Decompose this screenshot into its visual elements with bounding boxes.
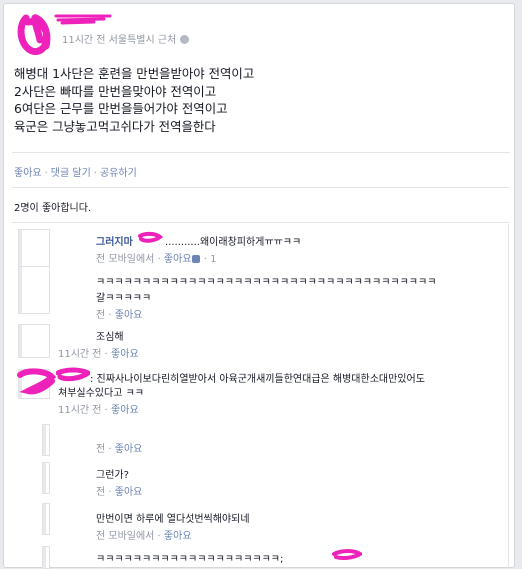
thumbs-up-icon — [191, 255, 200, 263]
share-button[interactable]: 공유하기 — [100, 168, 137, 179]
likes-summary[interactable]: 2명이 좋아합니다. — [14, 199, 91, 214]
separator: · — [44, 168, 48, 179]
post-actions: 좋아요 · 댓글 달기 · 공유하기 — [14, 164, 137, 179]
comment-text: ...........왜이래창피하게ㅠㅠㅋㅋ — [165, 237, 302, 248]
comment-time: 전 모바일에서 · — [96, 254, 164, 265]
comment-time: 전 모바일에서 · — [96, 531, 164, 542]
divider — [12, 187, 510, 188]
comment-meta: 11시간 전 · 좋아요 — [58, 401, 139, 416]
redacted-name-scribble — [138, 231, 163, 243]
comment-button[interactable]: 댓글 달기 — [51, 168, 91, 179]
comment-text: 조심해 — [96, 332, 124, 343]
comment-time: 11시간 전 · — [58, 349, 112, 360]
comment-meta: 전 · 좋아요 — [96, 306, 142, 321]
location-globe-icon — [180, 35, 190, 44]
redacted-avatar-scribble — [17, 368, 56, 395]
comment-like-button[interactable]: 좋아요 — [115, 487, 143, 498]
commenter-name[interactable]: 그러지마 — [96, 233, 133, 248]
commenter-avatar[interactable] — [18, 324, 50, 358]
comment-time: 11시간 전 · — [58, 405, 112, 416]
comment-like-button[interactable]: 좋아요 — [115, 310, 143, 321]
post-line: 2사단은 빠따를 만번을맞아야 전역이고 — [14, 83, 217, 99]
divider — [12, 152, 510, 153]
post-line: 해병대 1사단은 훈련을 만번을받아야 전역이고 — [14, 66, 255, 81]
comment-meta: 11시간 전 · 좋아요 — [58, 345, 139, 360]
commenter-avatar[interactable] — [42, 546, 50, 569]
comment-like-button[interactable]: 좋아요 — [164, 254, 192, 265]
comment-meta: 전 모바일에서 · 좋아요 · 1 — [96, 250, 216, 265]
comment-text: ㅋㅋㅋㅋㅋㅋㅋㅋㅋㅋㅋㅋㅋㅋㅋㅋㅋㅋㅋㅋ; — [96, 554, 284, 565]
comment-text: ㅋㅋㅋㅋㅋㅋㅋㅋㅋㅋㅋㅋㅋㅋㅋㅋㅋㅋㅋㅋㅋㅋㅋㅋㅋㅋㅋㅋㅋㅋㅋㅋㅋㅋㅋㅋㅋ — [96, 277, 437, 288]
post-body: 해병대 1사단은 훈련을 만번을받아야 전역이고 2사단은 빠따를 만번을맞아야… — [14, 65, 254, 135]
comment-meta: 전 모바일에서 · 좋아요 — [96, 527, 192, 542]
comment-text: 만번이면 하루에 열다섯번씩해야되네 — [96, 514, 250, 525]
redacted-avatar-scribble — [17, 14, 51, 56]
comment-like-button[interactable]: 좋아요 — [111, 349, 139, 360]
post-line: 6여단은 근무를 만번을들어가야 전역이고 — [14, 101, 228, 116]
comment-text: : 진짜사나이보다린히열받아서 아육군개새끼들한연대급은 해병대한소대만있어도 — [90, 374, 425, 385]
comment-meta: 전 · 좋아요 — [96, 483, 142, 498]
comment-meta: 전 · 좋아요 — [96, 440, 142, 455]
commenter-avatar[interactable] — [42, 503, 50, 535]
post-line: 육군은 그냥놓고먹고쉬다가 전역을한다 — [14, 118, 216, 134]
commenter-avatar[interactable] — [18, 266, 50, 314]
comment-text: 그런가? — [96, 470, 129, 481]
comment-time: 전 · — [96, 310, 115, 321]
post-timestamp[interactable]: 11시간 전 서울특별시 근처 — [62, 31, 190, 46]
comment-like-count: · 1 — [200, 254, 217, 265]
commenter-avatar[interactable] — [42, 462, 50, 494]
comment-time: 전 · — [96, 487, 115, 498]
comment-text: 쳐부실수있다고 ㅋㅋ — [58, 388, 144, 399]
separator: · — [93, 168, 97, 179]
post-meta-text: 11시간 전 서울특별시 근처 — [62, 35, 177, 46]
comment-text: 갈ㅋㅋㅋㅋㅋ — [96, 293, 152, 304]
divider — [12, 222, 510, 223]
comment-like-button[interactable]: 좋아요 — [164, 531, 192, 542]
comment-like-button[interactable]: 좋아요 — [115, 444, 143, 455]
redacted-name-scribble — [54, 14, 112, 25]
comment-time: 전 · — [96, 444, 115, 455]
comment-like-button[interactable]: 좋아요 — [111, 405, 139, 416]
commenter-avatar[interactable] — [42, 424, 50, 456]
comments-border — [508, 224, 509, 569]
like-button[interactable]: 좋아요 — [14, 168, 42, 179]
redacted-name-scribble — [56, 367, 90, 382]
redacted-name-scribble — [332, 549, 362, 560]
